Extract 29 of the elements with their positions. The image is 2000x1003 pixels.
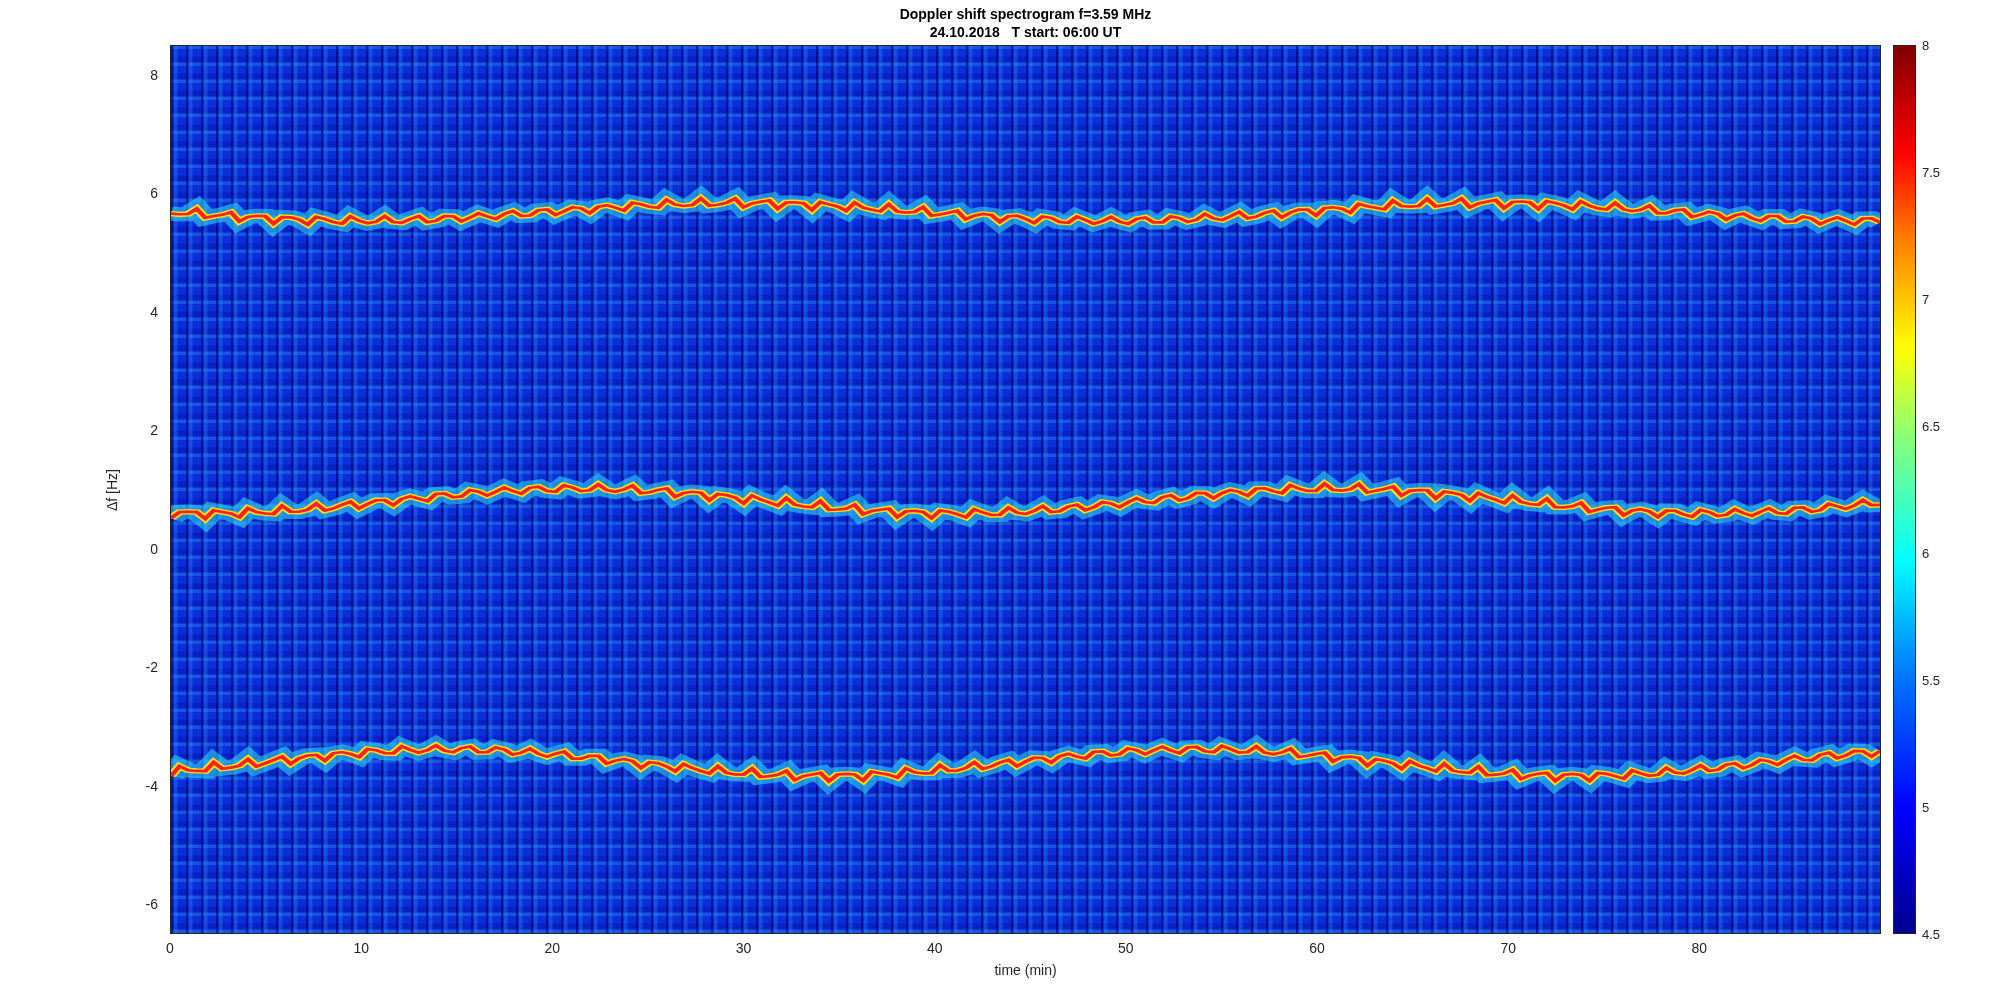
y-axis-label: Δf [Hz] [104,468,120,511]
x-tick-label: 20 [544,940,561,956]
y-tick-label: -4 [145,777,158,794]
colorbar-tick-label: 5 [1922,799,1930,815]
y-tick-label: 4 [150,303,158,320]
y-tick-label: 0 [150,540,158,557]
colorbar-tick-label: 4.5 [1922,926,1941,942]
colorbar-tick-label: 8 [1922,37,1930,53]
x-tick-label: 30 [735,940,752,956]
colorbar-tick-label: 5.5 [1922,672,1941,688]
y-tick-label: -2 [145,659,158,676]
x-tick-label: 50 [1118,940,1134,956]
colorbar-tick-label: 6.5 [1922,418,1941,434]
chart-title: Doppler shift spectrogram f=3.59 MHz [899,4,1152,23]
colorbar-tick-label: 7.5 [1922,164,1941,180]
x-tick-label: 40 [926,940,943,956]
x-tick-label: 0 [166,940,174,956]
x-tick-label: 10 [353,940,369,956]
x-tick-label: 80 [1691,940,1708,956]
y-tick-label: -6 [145,896,158,913]
x-tick-label: 60 [1309,940,1325,956]
y-tick-label: 8 [150,66,158,83]
x-tick-label: 70 [1500,940,1516,956]
y-tick-label: 2 [150,422,158,439]
colorbar-tick-label: 7 [1922,291,1930,307]
colorbar-tick-label: 6 [1922,545,1930,561]
y-tick-label: 6 [150,185,158,202]
x-axis-label: time (min) [994,962,1057,978]
chart-subtitle: 24.10.2018 T start: 06:00 UT [929,22,1122,41]
